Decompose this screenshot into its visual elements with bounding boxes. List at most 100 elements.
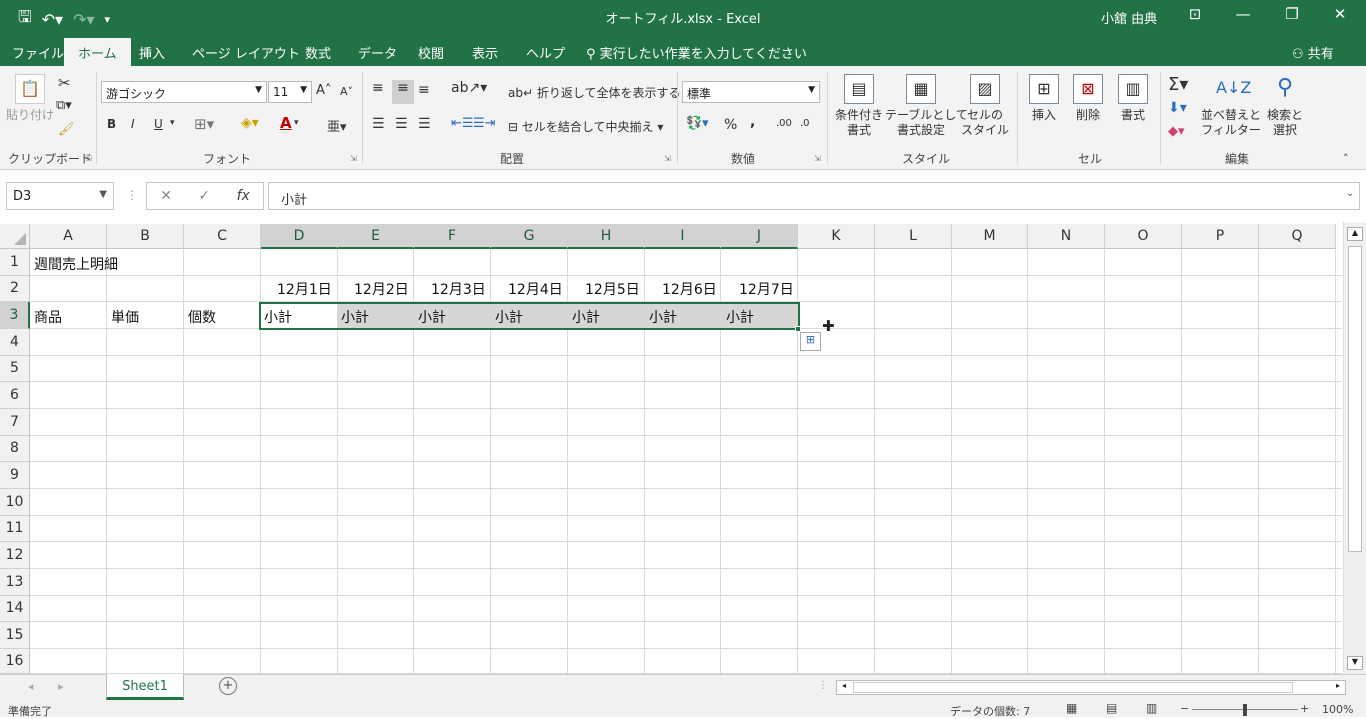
cell-B3[interactable]: 単価 — [111, 307, 139, 327]
tab-view[interactable]: 表示 — [472, 43, 498, 62]
align-bottom-icon[interactable]: ≡ — [418, 82, 430, 98]
column-header-B[interactable]: B — [107, 224, 184, 249]
auto-fill-options-icon[interactable]: ⊞ — [800, 332, 821, 351]
cell-I2[interactable]: 12月6日 — [662, 279, 717, 299]
find-select-button[interactable]: ⚲ 検索と 選択 — [1262, 74, 1308, 138]
row-header-16[interactable]: 16 — [0, 649, 30, 674]
italic-button[interactable]: I — [131, 117, 135, 131]
format-as-table-button[interactable]: ▦ テーブルとして 書式設定 — [885, 74, 968, 138]
next-sheet-icon[interactable]: ▸ — [58, 680, 64, 693]
tab-insert[interactable]: 挿入 — [139, 43, 165, 62]
align-top-icon[interactable]: ≡ — [372, 80, 384, 96]
row-header-13[interactable]: 13 — [0, 569, 30, 596]
normal-view-icon[interactable]: ▦ — [1066, 701, 1077, 715]
scroll-right-icon[interactable]: ▸ — [1332, 681, 1344, 690]
column-header-K[interactable]: K — [798, 224, 875, 249]
column-header-I[interactable]: I — [645, 224, 721, 249]
cut-icon[interactable]: ✂ — [58, 74, 71, 92]
restore-icon[interactable]: ❐ — [1277, 5, 1307, 23]
number-format-select[interactable]: 標準 ▼ — [682, 81, 820, 103]
scroll-up-icon[interactable]: ▲ — [1347, 227, 1363, 241]
row-header-15[interactable]: 15 — [0, 622, 30, 649]
row-header-9[interactable]: 9 — [0, 462, 30, 489]
decrease-indent-icon[interactable]: ⇤☰ — [451, 116, 474, 131]
dialog-launcher-icon[interactable]: ⇲ — [664, 154, 671, 163]
row-header-6[interactable]: 6 — [0, 382, 30, 409]
column-header-F[interactable]: F — [414, 224, 491, 249]
close-icon[interactable]: ✕ — [1325, 5, 1355, 23]
zoom-out-icon[interactable]: − — [1180, 702, 1189, 715]
column-header-H[interactable]: H — [568, 224, 645, 249]
cell-D2[interactable]: 12月1日 — [277, 279, 332, 299]
font-size-select[interactable]: 11 ▼ — [268, 81, 312, 103]
tab-page-layout[interactable]: ページ レイアウト — [192, 43, 300, 62]
insert-function-icon[interactable]: fx — [237, 188, 250, 204]
zoom-slider-thumb[interactable] — [1243, 704, 1247, 716]
align-left-icon[interactable]: ☰ — [372, 116, 385, 132]
column-header-E[interactable]: E — [338, 224, 414, 249]
worksheet-grid[interactable]: ABCDEFGHIJKLMNOPQ 1 2 3 4 5 6 7 8 9 10 11 12 13 14 15 1… — [0, 222, 1366, 674]
row-header-12[interactable]: 12 — [0, 542, 30, 569]
column-header-G[interactable]: G — [491, 224, 568, 249]
share-button[interactable]: ⚇ 共有 — [1292, 43, 1334, 62]
increase-indent-icon[interactable]: ☰⇥ — [473, 116, 496, 131]
column-header-J[interactable]: J — [721, 224, 798, 249]
split-handle-icon[interactable]: ⋮ — [818, 680, 828, 691]
name-box[interactable]: D3 ▼ — [6, 182, 114, 210]
align-middle-icon[interactable]: ≡ — [392, 80, 414, 104]
column-header-N[interactable]: N — [1028, 224, 1105, 249]
tab-review[interactable]: 校閲 — [418, 43, 444, 62]
row-header-10[interactable]: 10 — [0, 489, 30, 516]
phonetic-icon[interactable]: 亜▾ — [327, 116, 347, 135]
dialog-launcher-icon[interactable]: ⇲ — [85, 154, 92, 163]
align-right-icon[interactable]: ☰ — [418, 116, 431, 132]
vertical-scrollbar[interactable]: ▲ ▼ — [1343, 222, 1366, 674]
cell-J2[interactable]: 12月7日 — [739, 279, 794, 299]
paste-button[interactable]: 📋 貼り付け — [6, 74, 54, 123]
drag-handle-icon[interactable]: ⋮ — [126, 188, 138, 202]
cell-H2[interactable]: 12月5日 — [585, 279, 640, 299]
column-header-A[interactable]: A — [30, 224, 107, 249]
clear-icon[interactable]: ◆▾ — [1168, 124, 1185, 139]
delete-cells-button[interactable]: ⊠ 削除 — [1068, 74, 1108, 123]
cell-C3[interactable]: 個数 — [188, 307, 216, 327]
align-center-icon[interactable]: ☰ — [395, 116, 408, 132]
decrease-decimal-icon[interactable]: .0 — [800, 118, 810, 129]
ribbon-display-icon[interactable]: ⊡ — [1180, 5, 1210, 23]
font-color-icon[interactable]: A — [280, 114, 292, 132]
font-name-select[interactable]: 游ゴシック ▼ — [101, 81, 267, 103]
expand-formula-bar-icon[interactable]: ⌄ — [1346, 188, 1354, 199]
fill-icon[interactable]: ⬇▾ — [1168, 100, 1187, 116]
currency-icon[interactable]: 💱▾ — [686, 116, 709, 131]
column-header-O[interactable]: O — [1105, 224, 1182, 249]
increase-decimal-icon[interactable]: .00 — [776, 118, 792, 129]
select-all-button[interactable] — [0, 224, 30, 249]
wrap-text-button[interactable]: ab↵ 折り返して全体を表示する — [508, 84, 681, 101]
merge-center-button[interactable]: ⊟ セルを結合して中央揃え ▾ — [508, 118, 663, 135]
sheet-tab-sheet1[interactable]: Sheet1 — [106, 674, 184, 700]
row-header-8[interactable]: 8 — [0, 436, 30, 462]
formula-input[interactable]: 小計 — [268, 182, 1360, 210]
borders-icon[interactable]: ⊞▾ — [194, 115, 214, 133]
tab-home[interactable]: ホーム — [64, 38, 131, 66]
increase-font-icon[interactable]: A˄ — [316, 83, 331, 98]
enter-icon[interactable]: ✓ — [198, 188, 210, 204]
column-header-P[interactable]: P — [1182, 224, 1259, 249]
cell-F2[interactable]: 12月3日 — [431, 279, 486, 299]
cell-E2[interactable]: 12月2日 — [354, 279, 409, 299]
row-header-3[interactable]: 3 — [0, 302, 30, 329]
scroll-down-icon[interactable]: ▼ — [1347, 656, 1363, 670]
chevron-down-icon[interactable]: ▾ — [170, 118, 175, 128]
cell-G2[interactable]: 12月4日 — [508, 279, 563, 299]
dialog-launcher-icon[interactable]: ⇲ — [814, 154, 821, 163]
percent-button[interactable]: % — [724, 117, 737, 133]
autosum-icon[interactable]: Σ▾ — [1168, 74, 1188, 95]
sort-filter-button[interactable]: A↓Z 並べ替えと フィルター — [1200, 74, 1262, 138]
zoom-level[interactable]: 100% — [1322, 703, 1353, 716]
tab-help[interactable]: ヘルプ — [526, 43, 565, 62]
row-header-7[interactable]: 7 — [0, 409, 30, 436]
comma-button[interactable]: , — [750, 114, 755, 130]
prev-sheet-icon[interactable]: ◂ — [28, 680, 34, 693]
conditional-formatting-button[interactable]: ▤ 条件付き 書式 — [832, 74, 886, 138]
row-header-2[interactable]: 2 — [0, 276, 30, 302]
